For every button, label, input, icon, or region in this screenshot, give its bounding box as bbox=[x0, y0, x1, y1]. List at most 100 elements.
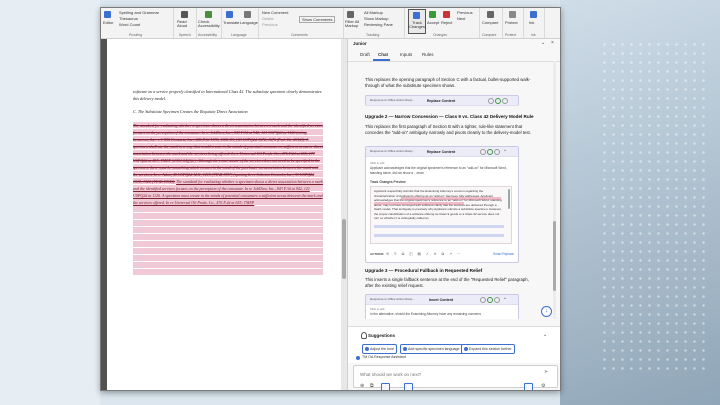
info-icon[interactable] bbox=[480, 149, 486, 155]
chat-message-1: This replaces the opening paragraph of S… bbox=[365, 77, 531, 88]
reviewing-pane-button[interactable]: Reviewing Pane bbox=[364, 22, 393, 27]
show-comments-button[interactable]: Show Comments bbox=[299, 16, 336, 23]
comments-group-label: Comments bbox=[291, 33, 308, 37]
read-aloud-icon[interactable] bbox=[181, 11, 188, 18]
close-icon[interactable] bbox=[502, 98, 508, 104]
check-icon[interactable] bbox=[487, 149, 493, 155]
insert-content-button[interactable]: Insert Content bbox=[418, 297, 464, 303]
tab-chat[interactable]: Chat bbox=[378, 52, 388, 57]
previous-comment-button[interactable]: Previous bbox=[262, 22, 278, 27]
replace-content-button[interactable]: Replace Content bbox=[418, 98, 464, 104]
panel-options-icon[interactable]: ⌄ bbox=[541, 40, 545, 46]
assistant-name[interactable]: TM OA Response Assistant bbox=[362, 355, 406, 359]
document-page[interactable]: software as a service properly classifie… bbox=[107, 39, 341, 390]
scroll-to-bottom-button[interactable]: ↓ bbox=[541, 306, 552, 317]
insertion-highlight bbox=[374, 225, 504, 228]
close-icon[interactable] bbox=[494, 297, 500, 303]
actions-label: ACTIONS bbox=[370, 252, 384, 256]
settings-icon[interactable]: ⚙ bbox=[541, 383, 545, 389]
ink-button[interactable]: Ink bbox=[529, 20, 534, 25]
check-icon[interactable] bbox=[487, 297, 493, 303]
smart-replace-link[interactable]: Smart Replace bbox=[493, 252, 514, 257]
track-changes-icon bbox=[413, 12, 420, 19]
preview-scroll-thumb[interactable] bbox=[508, 189, 510, 209]
translate-button[interactable]: Translate bbox=[223, 20, 240, 25]
check-accessibility-button[interactable]: Check Accessibility bbox=[198, 20, 220, 28]
previous-change-button[interactable]: Previous bbox=[457, 10, 473, 15]
filter-button[interactable]: Filter All Markup bbox=[345, 20, 361, 28]
accept-icon[interactable] bbox=[429, 11, 436, 18]
document-icon[interactable] bbox=[381, 383, 390, 390]
chat-scrollbar[interactable] bbox=[553, 61, 556, 319]
document-icon-3[interactable] bbox=[524, 383, 533, 390]
action-icons[interactable]: ⟲ ✎ ⧉ ◫ ▤ ✓ ✕ ⧉ ↗ ⋯ bbox=[386, 252, 463, 256]
protect-icon[interactable] bbox=[509, 11, 516, 18]
chevron-up-icon[interactable]: ^ bbox=[504, 297, 508, 301]
track-changes-button[interactable]: Track Changes bbox=[408, 9, 426, 34]
document-scrollbar-thumb[interactable] bbox=[342, 219, 346, 279]
suggestion-adjust-tone[interactable]: Adjust the tone bbox=[362, 344, 397, 354]
ribbon: Editor Spelling and Grammar Thesaurus Wo… bbox=[101, 8, 560, 39]
info-icon[interactable] bbox=[488, 98, 494, 104]
card-source: Response to Office Action Resp... bbox=[370, 297, 415, 301]
delete-comment-button[interactable]: Delete bbox=[262, 16, 274, 21]
upgrade-3-title: Upgrade 3 — Procedural Fallback in Reque… bbox=[365, 268, 483, 273]
document-icon-2[interactable] bbox=[404, 383, 413, 390]
thesaurus-button[interactable]: Thesaurus bbox=[119, 16, 138, 21]
collapse-suggestions-icon[interactable]: ⌄ bbox=[543, 332, 547, 338]
tab-inputs[interactable]: Inputs bbox=[400, 52, 412, 57]
replace-content-button[interactable]: Replace Content bbox=[418, 149, 464, 155]
compare-icon[interactable] bbox=[487, 11, 494, 18]
compare-button[interactable]: Compare bbox=[482, 20, 498, 25]
language-icon[interactable] bbox=[244, 11, 251, 18]
deleted-text: The standard for evaluating whether a sp… bbox=[133, 123, 323, 184]
tracked-deletion-text: The standard for evaluating whether a sp… bbox=[133, 122, 323, 276]
suggestion-expand-section[interactable]: Expand this section further bbox=[461, 344, 515, 354]
editor-icon[interactable] bbox=[104, 11, 111, 18]
reject-button[interactable]: Reject bbox=[441, 20, 452, 25]
card-2-summary[interactable]: Applicant acknowledges that the original… bbox=[370, 166, 510, 175]
card-3-summary[interactable]: In the alternative, should the Examining… bbox=[370, 312, 510, 317]
send-icon[interactable]: ➤ bbox=[544, 369, 548, 375]
translate-icon[interactable] bbox=[226, 11, 233, 18]
ink-icon[interactable] bbox=[530, 11, 537, 18]
lightbulb-icon bbox=[361, 332, 367, 339]
close-icon[interactable] bbox=[494, 149, 500, 155]
deletion-highlight bbox=[401, 197, 501, 200]
accept-button[interactable]: Accept bbox=[427, 20, 439, 25]
changes-group: Track Changes Accept Reject Previous Nex… bbox=[405, 8, 480, 38]
suggestions-panel: Suggestions ⌄ Adjust the tone Add specif… bbox=[348, 326, 560, 363]
filter-icon[interactable] bbox=[347, 11, 354, 18]
accessibility-icon[interactable] bbox=[205, 11, 212, 18]
read-aloud-button[interactable]: Read Aloud bbox=[177, 20, 193, 28]
new-comment-button[interactable]: New Comment bbox=[262, 10, 288, 15]
suggestion-icon bbox=[402, 347, 407, 351]
suggestion-icon bbox=[364, 347, 369, 351]
chat-scrollbar-thumb[interactable] bbox=[553, 221, 556, 291]
attach-icon[interactable]: ⧉ bbox=[370, 383, 374, 389]
chevron-up-icon[interactable]: ^ bbox=[504, 149, 508, 153]
reject-icon[interactable] bbox=[443, 11, 450, 18]
language-group: Translate Language Language bbox=[222, 8, 259, 38]
all-markup-dropdown[interactable]: All Markup bbox=[364, 10, 383, 15]
tab-rules[interactable]: Rules bbox=[422, 52, 434, 57]
add-icon[interactable]: ⊕ bbox=[360, 383, 364, 389]
tab-draft[interactable]: Draft bbox=[360, 52, 370, 57]
track-changes-preview: Applicant respectfully submits that the … bbox=[370, 186, 512, 244]
info-icon[interactable] bbox=[480, 297, 486, 303]
panel-close-icon[interactable]: × bbox=[551, 40, 554, 46]
check-icon[interactable] bbox=[495, 98, 501, 104]
show-markup-button[interactable]: Show Markup bbox=[364, 16, 388, 21]
protect-button[interactable]: Protect bbox=[505, 20, 518, 25]
editor-button[interactable]: Editor bbox=[103, 20, 113, 25]
speech-group-label: Speech bbox=[179, 33, 191, 37]
language-button[interactable]: Language bbox=[240, 20, 258, 25]
suggestion-add-specimen-language[interactable]: Add specific specimen language bbox=[400, 344, 463, 354]
word-count-button[interactable]: Word Count bbox=[119, 22, 140, 27]
chat-input[interactable] bbox=[358, 371, 532, 378]
compare-group-label: Compare bbox=[482, 33, 497, 37]
deletion-highlight bbox=[374, 202, 464, 205]
next-change-button[interactable]: Next bbox=[457, 16, 465, 21]
spelling-button[interactable]: Spelling and Grammar bbox=[119, 10, 159, 15]
suggestion-label: Add specific specimen language bbox=[408, 347, 460, 351]
